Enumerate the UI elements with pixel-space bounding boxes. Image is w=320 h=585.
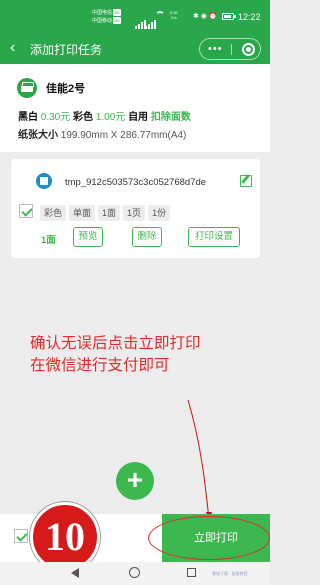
- file-name: tmp_912c503573c3c052768d7de: [65, 177, 207, 188]
- wifi-icon: [155, 11, 165, 18]
- back-triangle-icon[interactable]: [71, 568, 79, 578]
- page-title: 添加打印任务: [30, 43, 103, 57]
- highlight-ellipse: [148, 516, 270, 560]
- recents-square-icon[interactable]: [187, 568, 196, 577]
- more-icon[interactable]: •••: [208, 40, 223, 58]
- file-card: tmp_912c503573c3c052768d7de 彩色 单面 1面 1页 1份 1…: [11, 159, 260, 258]
- delete-button[interactable]: 删除: [132, 227, 162, 247]
- sides-tag: 1面: [98, 205, 121, 221]
- color-price: 1.00元: [95, 112, 126, 123]
- close-miniprogram-icon[interactable]: [242, 43, 255, 56]
- copies-tag: 1份: [148, 205, 171, 221]
- color-label: 彩色: [73, 112, 94, 123]
- carrier-info: 中国电信 HD 中国移动 HD: [92, 9, 121, 25]
- self-use-label: 自用: [128, 112, 149, 123]
- paper-size-label: 纸张大小: [18, 130, 58, 141]
- miniprogram-capsule: •••: [199, 38, 261, 60]
- step-number: 10: [45, 514, 85, 559]
- image-file-icon: [36, 173, 52, 189]
- clock: 12:22: [238, 12, 261, 22]
- paper-size-line: 纸张大小 199.90mm X 286.77mm(A4): [18, 126, 186, 141]
- bottom-bar: 10 立即打印: [0, 502, 270, 572]
- status-bar: 中国电信 HD 中国移动 HD 0.00 K/s ✱ ◉ ⏰ 12:22: [0, 0, 270, 34]
- edit-icon[interactable]: [240, 175, 252, 187]
- net-speed: 0.00 K/s: [170, 10, 178, 20]
- battery-icon: [222, 13, 236, 20]
- bw-label: 黑白: [18, 112, 38, 123]
- color-mode-tag: 彩色: [40, 205, 67, 221]
- bw-price: 0.30元: [40, 112, 71, 123]
- preview-button[interactable]: 预览: [73, 227, 103, 247]
- print-settings-button[interactable]: 打印设置: [188, 227, 240, 247]
- back-icon[interactable]: ‹: [10, 38, 15, 58]
- hd-badge: HD: [113, 9, 121, 16]
- status-icons: ✱ ◉ ⏰: [193, 13, 218, 20]
- printer-name: 佳能2号: [46, 83, 86, 95]
- page-count: 1面: [41, 235, 56, 246]
- instruction-note: 确认无误后点击立即打印 在微信进行支付即可: [30, 333, 250, 377]
- home-circle-icon[interactable]: [129, 567, 140, 578]
- hd-badge: HD: [113, 17, 121, 24]
- file-options: 彩色 单面 1面 1页 1份: [40, 203, 173, 221]
- instruction-line-1: 确认无误后点击立即打印: [30, 335, 201, 352]
- pages-tag: 1页: [123, 205, 146, 221]
- add-file-button[interactable]: +: [116, 462, 154, 500]
- carrier-2: 中国移动: [92, 18, 113, 24]
- duplex-tag: 单面: [69, 205, 96, 221]
- price-line: 黑白 0.30元 彩色 1.00元 自用 扣除面数: [18, 108, 191, 123]
- printer-icon: [17, 78, 37, 98]
- nav-bar: ‹ 添加打印任务 •••: [0, 34, 270, 64]
- capsule-divider: [231, 44, 232, 55]
- printer-card: 佳能2号 黑白 0.30元 彩色 1.00元 自用 扣除面数 纸张大小 199.…: [0, 64, 270, 152]
- watermark: 寒城下载 · 极客教程: [212, 571, 248, 576]
- carrier-1: 中国电信: [92, 10, 113, 16]
- select-all-checkbox[interactable]: [14, 529, 28, 543]
- paper-size-value: 199.90mm X 286.77mm(A4): [60, 130, 187, 141]
- deduct-label: 扣除面数: [150, 112, 191, 123]
- file-checkbox[interactable]: [19, 204, 33, 218]
- instruction-line-2: 在微信进行支付即可: [30, 357, 170, 374]
